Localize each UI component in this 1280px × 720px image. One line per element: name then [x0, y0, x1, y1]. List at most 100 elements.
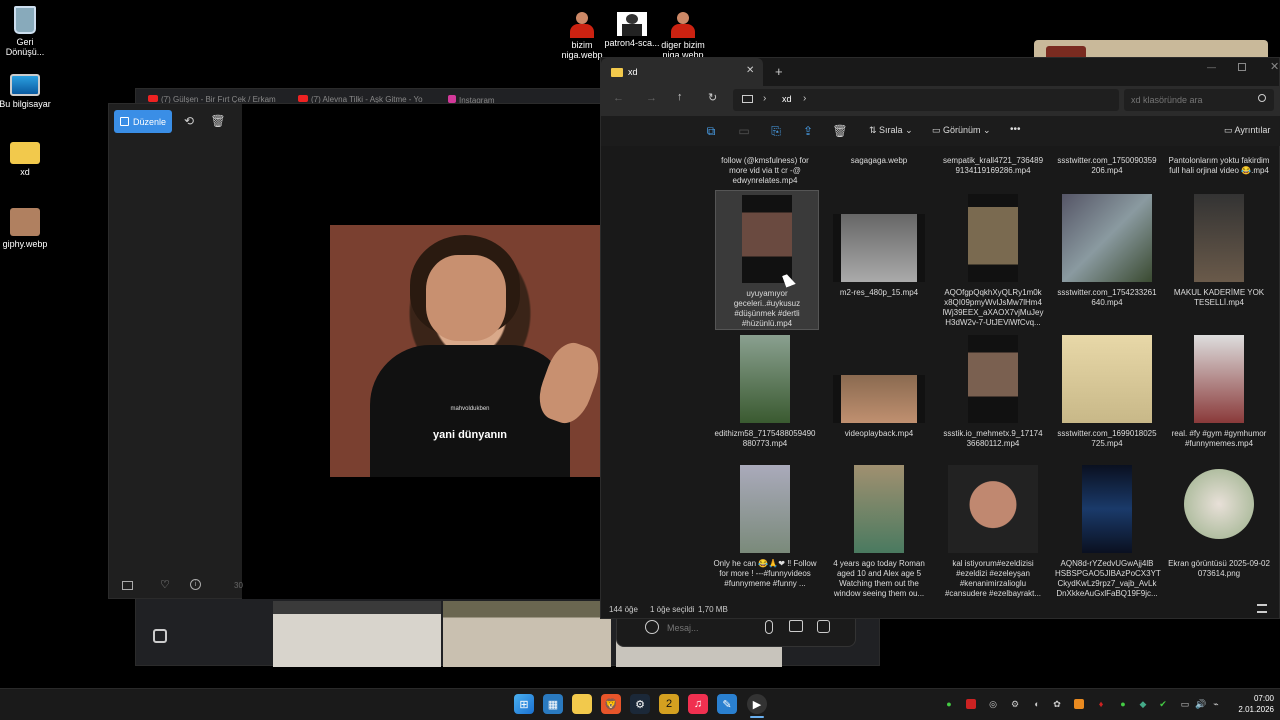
search-box[interactable]	[1124, 89, 1274, 111]
tray-app-icon[interactable]: ◆	[1138, 699, 1148, 709]
file-tile[interactable]: ssstik.io_mehmetx.9_17174 36680112.mp4	[941, 335, 1045, 449]
filmstrip-icon[interactable]	[122, 581, 133, 590]
rename-icon[interactable]: ⎘	[764, 119, 788, 143]
file-tile[interactable]: Only he can 😂🙏❤ ‼ Follow for more ! ---#…	[713, 465, 817, 589]
rotate-icon[interactable]: ⟲	[177, 109, 201, 133]
volume-icon[interactable]: 🔊	[1195, 699, 1206, 709]
file-tile[interactable]: AQOfgpQqkhXyQLRy1m0k x8QI09pmyWvlJsMw7lH…	[941, 194, 1045, 328]
video-frame[interactable]: mahvoldukben yani dünyanın	[330, 225, 610, 477]
breadcrumb[interactable]: › xd ›	[733, 89, 1119, 111]
tray-app-icon[interactable]: ◐	[1032, 699, 1042, 709]
brave-browser-icon[interactable]: 🦁	[601, 694, 621, 714]
item-count: 144 öğe	[609, 605, 638, 614]
steam-icon[interactable]: ⚙	[630, 694, 650, 714]
app-badge-icon[interactable]: 2	[659, 694, 679, 714]
media-player-icon[interactable]: ▶	[747, 694, 767, 714]
tab-close-icon[interactable]: ✕	[746, 65, 754, 76]
back-icon[interactable]: ←	[613, 92, 624, 104]
file-tile[interactable]: edithizm58_7175488059490 880773.mp4	[713, 335, 817, 449]
microphone-icon[interactable]	[765, 620, 773, 634]
file-tile[interactable]: follow (@kmsfulness) for more vid via tt…	[713, 156, 817, 186]
file-tile[interactable]: MAKUL KADERİME YOK TESELLİ.mp4	[1167, 194, 1271, 308]
file-tile[interactable]: kal istiyorum#ezeldizisi #ezeldizi #ezel…	[941, 465, 1045, 599]
heart-icon[interactable]: ♡	[160, 578, 170, 591]
giphy-file-icon[interactable]: giphy.webp	[0, 208, 55, 249]
xd-folder-icon[interactable]: xd	[0, 142, 55, 177]
feed-image-2[interactable]	[443, 601, 611, 667]
face-shape	[426, 255, 506, 341]
clock[interactable]: 07:00 2.01.2026	[1228, 693, 1274, 715]
tray-app-icon[interactable]: ◎	[988, 699, 998, 709]
file-tile[interactable]: sempatik_krall4721_736489 9134119169286.…	[941, 156, 1045, 176]
file-tile[interactable]: sagagaga.webp	[827, 156, 931, 166]
forward-icon[interactable]: →	[646, 92, 657, 104]
delete-icon[interactable]: 🗑	[206, 109, 230, 133]
network-icon[interactable]: ⌁	[1211, 699, 1221, 709]
clock-time: 07:00	[1253, 694, 1274, 703]
video-caption: yani dünyanın	[433, 429, 507, 441]
edit-button[interactable]: Düzenle	[114, 110, 172, 133]
details-view-icon[interactable]	[1257, 604, 1267, 613]
tray-app-icon[interactable]: ●	[1118, 699, 1128, 709]
image-icon[interactable]	[789, 620, 803, 632]
tray-app-icon[interactable]: ●	[944, 699, 954, 709]
folder-icon	[10, 142, 40, 164]
diger-bizim-niga-icon[interactable]: diger bizim niga.webp	[653, 12, 713, 60]
breadcrumb-xd[interactable]: xd	[782, 94, 792, 104]
paste-icon[interactable]: ▭	[732, 119, 756, 143]
file-tile[interactable]: real. #fy #gym #gymhumor #funnymemes.mp4	[1167, 335, 1271, 449]
file-tile[interactable]: ssstwitter.com_1754233261 640.mp4	[1055, 194, 1159, 308]
tray-app-icon[interactable]: ✿	[1052, 699, 1062, 709]
file-name: real. #fy #gym #gymhumor #funnymemes.mp4	[1171, 429, 1267, 448]
details-button[interactable]: ▭ Ayrıntılar	[1224, 125, 1270, 136]
app-store-icon[interactable]: ✎	[717, 694, 737, 714]
gallery-icon[interactable]: ▦	[543, 694, 563, 714]
file-name: ssstwitter.com_1699018025 725.mp4	[1057, 429, 1157, 448]
file-explorer-taskbar-icon[interactable]	[572, 694, 592, 714]
message-input[interactable]	[667, 620, 747, 636]
file-tile[interactable]: 4 years ago today Roman aged 10 and Alex…	[827, 465, 931, 599]
tray-app-icon[interactable]	[966, 699, 976, 709]
up-icon[interactable]: ↑	[677, 91, 683, 103]
maximize-icon[interactable]	[1238, 63, 1246, 71]
file-tile-selected[interactable]: uyuyamıyor geceleri..#uykusuz #düşünmek …	[715, 190, 819, 330]
refresh-icon[interactable]: ↻	[708, 91, 717, 104]
file-tile[interactable]: Pantolonlarım yoktu fakirdim full hali o…	[1167, 156, 1271, 176]
tray-app-icon[interactable]: ♦	[1096, 699, 1106, 709]
steam-tray-icon[interactable]: ⚙	[1010, 699, 1020, 709]
file-tile[interactable]: m2-res_480p_15.mp4	[827, 194, 931, 298]
status-bar: 144 öğe 1 öğe seçildi 1,70 MB	[601, 600, 1280, 620]
view-button[interactable]: ▭ Görünüm ⌄	[932, 125, 991, 136]
music-icon[interactable]: ♫	[688, 694, 708, 714]
search-input[interactable]	[1131, 93, 1249, 107]
explorer-tab[interactable]: xd ✕	[601, 58, 763, 86]
file-name: AQOfgpQqkhXyQLRy1m0k x8QI09pmyWvlJsMw7lH…	[942, 288, 1044, 327]
start-icon[interactable]: ⊞	[514, 694, 534, 714]
more-options-icon[interactable]: •••	[1010, 124, 1021, 135]
feed-image-1[interactable]	[273, 601, 441, 667]
sort-button[interactable]: ⇅ Sırala ⌄	[869, 125, 913, 136]
emoji-icon[interactable]	[645, 620, 659, 634]
tray-app-icon[interactable]: ✔	[1158, 699, 1168, 709]
command-bar: ⧉ ▭ ⎘ ⇪ 🗑 ⇅ Sırala ⌄ ▭ Görünüm ⌄ ••• ▭ A…	[601, 116, 1280, 146]
info-icon[interactable]: i	[190, 579, 201, 590]
sticker-icon[interactable]	[817, 620, 830, 633]
file-tile[interactable]: Ekran görüntüsü 2025-09-02 073614.png	[1167, 465, 1271, 579]
file-tile[interactable]: ssstwitter.com_1750090359 206.mp4	[1055, 156, 1159, 176]
file-tile[interactable]: AQN8d-rYZedvUGwAjj4lB HSBSPGAO5JIBAzPoCX…	[1055, 465, 1161, 599]
minimize-icon[interactable]: —	[1207, 62, 1216, 72]
copy-icon[interactable]: ⧉	[699, 119, 723, 143]
trash-icon[interactable]: 🗑	[828, 119, 852, 143]
file-tile[interactable]: videoplayback.mp4	[827, 335, 931, 439]
file-thumbnail	[742, 195, 792, 283]
file-tile[interactable]: ssstwitter.com_1699018025 725.mp4	[1055, 335, 1159, 449]
share-icon[interactable]: ⇪	[796, 119, 820, 143]
recycle-bin-icon[interactable]: Geri Dönüşü...	[0, 6, 55, 57]
monitor-tray-icon[interactable]: ▭	[1180, 699, 1190, 709]
file-thumbnail	[854, 465, 904, 553]
grid-apps-icon[interactable]	[153, 629, 167, 643]
tray-app-icon[interactable]	[1074, 699, 1084, 709]
this-pc-icon[interactable]: Bu bilgisayar	[0, 74, 55, 109]
close-icon[interactable]: ✕	[1270, 60, 1279, 73]
new-tab-icon[interactable]: +	[775, 64, 783, 79]
